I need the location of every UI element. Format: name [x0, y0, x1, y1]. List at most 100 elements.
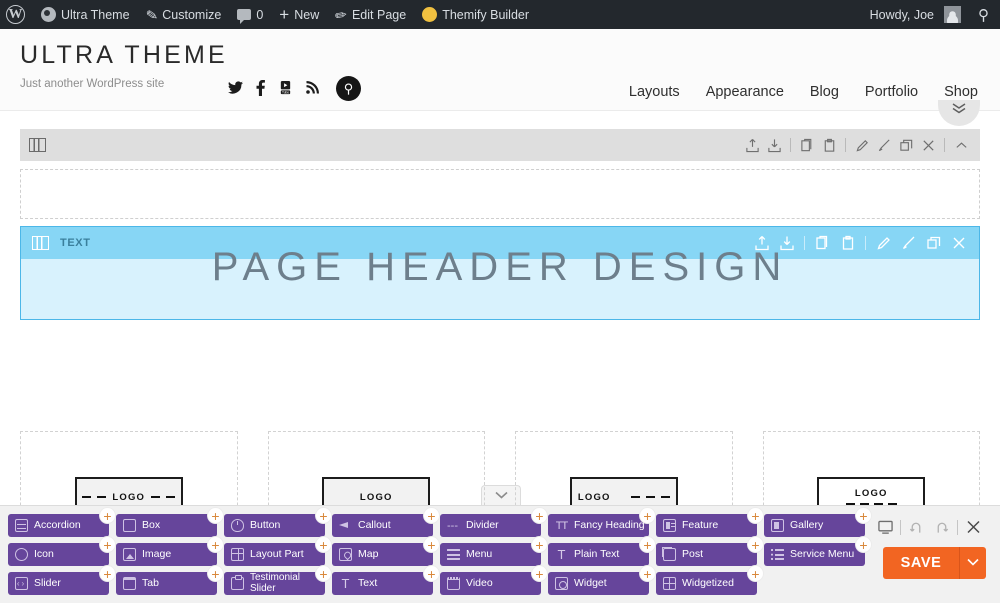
add-module-button[interactable]: + — [424, 508, 439, 523]
toolbar-divider — [845, 138, 846, 152]
admin-bar-comments[interactable]: 0 — [229, 0, 271, 29]
module-button[interactable]: Button + — [224, 514, 325, 537]
close-builder-icon[interactable] — [960, 516, 986, 538]
module-tab[interactable]: Tab + — [116, 572, 217, 595]
page-header-title[interactable]: PAGE HEADER DESIGN — [21, 245, 979, 290]
module-column: Button + Layout Part + Testimonial Slide… — [224, 514, 325, 595]
youtube-icon[interactable]: Tube — [278, 81, 293, 97]
add-module-button[interactable]: + — [856, 508, 871, 523]
module-label: Callout — [358, 520, 391, 531]
admin-bar-themify-builder[interactable]: Themify Builder — [414, 0, 537, 29]
add-module-button[interactable]: + — [640, 537, 655, 552]
nav-item-shop[interactable]: Shop — [944, 84, 978, 100]
module-plain-text[interactable]: T Plain Text + — [548, 543, 649, 566]
admin-bar-search[interactable]: ⚲ — [969, 0, 1000, 29]
builder-collapse-top-button[interactable] — [938, 100, 980, 126]
add-module-button[interactable]: + — [532, 537, 547, 552]
save-button[interactable]: SAVE — [883, 547, 986, 579]
add-module-button[interactable]: + — [640, 508, 655, 523]
add-module-button[interactable]: + — [208, 508, 223, 523]
icon-circle-icon — [15, 548, 28, 561]
export-row-icon[interactable] — [741, 129, 763, 161]
admin-bar-customize[interactable]: ✎ Customize — [138, 0, 230, 29]
module-video[interactable]: Video + — [440, 572, 541, 595]
module-slider[interactable]: Slider + — [8, 572, 109, 595]
module-widget[interactable]: Widget + — [548, 572, 649, 595]
site-title[interactable]: ULTRA THEME — [20, 43, 228, 68]
style-row-icon[interactable] — [873, 129, 895, 161]
builder-row-bar[interactable] — [20, 129, 980, 161]
module-divider[interactable]: Divider + — [440, 514, 541, 537]
module-text[interactable]: T Text + — [332, 572, 433, 595]
toolbar-divider — [957, 520, 958, 535]
module-callout[interactable]: Callout + — [332, 514, 433, 537]
copy-row-icon[interactable] — [796, 129, 818, 161]
nav-item-layouts[interactable]: Layouts — [629, 84, 680, 100]
module-feature[interactable]: Feature + — [656, 514, 757, 537]
add-module-button[interactable]: + — [316, 508, 331, 523]
module-map[interactable]: Map + — [332, 543, 433, 566]
redo-icon[interactable] — [929, 516, 955, 538]
admin-bar-comments-count: 0 — [256, 8, 263, 22]
module-box[interactable]: Box + — [116, 514, 217, 537]
builder-empty-row[interactable] — [20, 169, 980, 219]
module-service-menu[interactable]: Service Menu + — [764, 543, 865, 566]
add-module-button[interactable]: + — [424, 537, 439, 552]
edit-row-icon[interactable] — [851, 129, 873, 161]
add-module-button[interactable]: + — [748, 537, 763, 552]
module-label: Gallery — [790, 520, 823, 531]
module-icon[interactable]: Icon + — [8, 543, 109, 566]
add-module-button[interactable]: + — [208, 537, 223, 552]
nav-item-portfolio[interactable]: Portfolio — [865, 84, 918, 100]
undo-icon[interactable] — [903, 516, 929, 538]
slider-icon — [15, 577, 28, 590]
add-module-button[interactable]: + — [316, 566, 331, 581]
widgetized-icon — [663, 577, 676, 590]
add-module-button[interactable]: + — [424, 566, 439, 581]
module-column: Box + Image + Tab + — [116, 514, 217, 595]
rss-icon[interactable] — [306, 81, 320, 96]
module-image[interactable]: Image + — [116, 543, 217, 566]
add-module-button[interactable]: + — [316, 537, 331, 552]
header-search-icon[interactable]: ⚲ — [336, 76, 361, 101]
module-accordion[interactable]: Accordion + — [8, 514, 109, 537]
add-module-button[interactable]: + — [100, 537, 115, 552]
paste-row-icon[interactable] — [818, 129, 840, 161]
admin-bar-site-name[interactable]: Ultra Theme — [33, 0, 138, 29]
add-module-button[interactable]: + — [640, 566, 655, 581]
twitter-icon[interactable] — [228, 81, 243, 96]
facebook-icon[interactable] — [256, 80, 265, 98]
add-module-button[interactable]: + — [856, 537, 871, 552]
admin-bar-wordpress-logo[interactable]: W — [0, 0, 33, 29]
site-tagline: Just another WordPress site — [20, 78, 228, 90]
delete-row-icon[interactable] — [917, 129, 939, 161]
nav-item-appearance[interactable]: Appearance — [706, 84, 784, 100]
module-testimonial-slider[interactable]: Testimonial Slider + — [224, 572, 325, 595]
selected-text-module[interactable]: TEXT — [20, 226, 980, 320]
import-row-icon[interactable] — [763, 129, 785, 161]
collapse-row-icon[interactable] — [950, 129, 972, 161]
duplicate-row-icon[interactable] — [895, 129, 917, 161]
responsive-preview-icon[interactable] — [872, 516, 898, 538]
avatar — [944, 6, 961, 23]
add-module-button[interactable]: + — [208, 566, 223, 581]
nav-item-blog[interactable]: Blog — [810, 84, 839, 100]
module-layout-part[interactable]: Layout Part + — [224, 543, 325, 566]
module-menu[interactable]: Menu + — [440, 543, 541, 566]
module-label: Icon — [34, 549, 54, 560]
module-post[interactable]: Post + — [656, 543, 757, 566]
button-icon — [231, 519, 244, 532]
admin-bar-edit-page[interactable]: ✏ Edit Page — [327, 0, 414, 29]
add-module-button[interactable]: + — [100, 566, 115, 581]
admin-bar-new[interactable]: + New — [271, 0, 327, 29]
add-module-button[interactable]: + — [532, 566, 547, 581]
module-fancy-heading[interactable]: TT Fancy Heading + — [548, 514, 649, 537]
add-module-button[interactable]: + — [532, 508, 547, 523]
module-gallery[interactable]: Gallery + — [764, 514, 865, 537]
add-module-button[interactable]: + — [100, 508, 115, 523]
add-module-button[interactable]: + — [748, 566, 763, 581]
module-widgetized[interactable]: Widgetized + — [656, 572, 757, 595]
admin-bar-my-account[interactable]: Howdy, Joe — [864, 0, 969, 29]
add-module-button[interactable]: + — [748, 508, 763, 523]
save-options-dropdown[interactable] — [959, 547, 986, 579]
